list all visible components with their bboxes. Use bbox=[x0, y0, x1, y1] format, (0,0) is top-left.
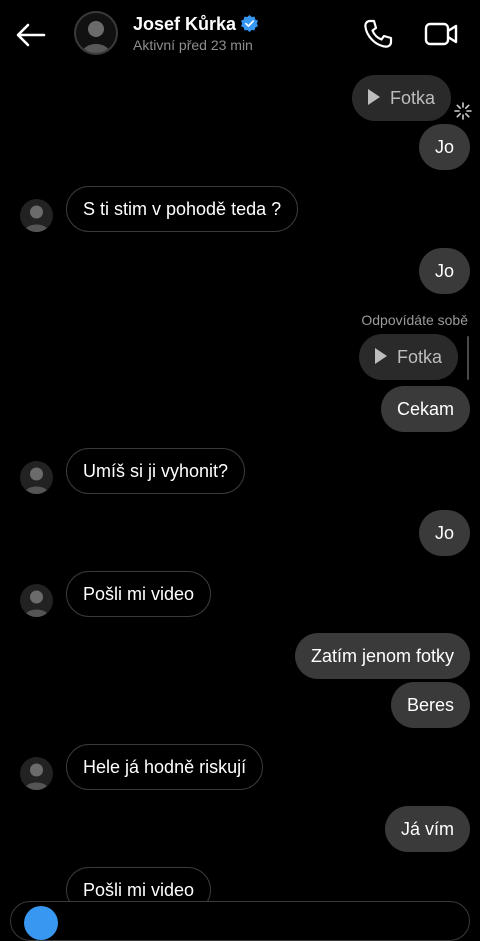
reply-indicator-bar bbox=[467, 336, 469, 380]
outgoing-photo-message[interactable]: Fotka bbox=[351, 75, 451, 121]
outgoing-photo-reply[interactable]: Fotka bbox=[358, 334, 458, 380]
activity-status: Aktivní před 23 min bbox=[133, 37, 253, 53]
play-icon bbox=[367, 89, 380, 105]
play-icon bbox=[374, 348, 387, 364]
incoming-message[interactable]: S ti stim v pohodě teda ? bbox=[66, 186, 299, 232]
outgoing-message[interactable]: Jo bbox=[418, 124, 470, 170]
sender-avatar[interactable] bbox=[20, 584, 53, 617]
sender-avatar[interactable] bbox=[20, 757, 53, 790]
sender-avatar[interactable] bbox=[20, 199, 53, 232]
outgoing-message[interactable]: Beres bbox=[390, 682, 470, 728]
back-arrow-icon[interactable] bbox=[14, 18, 48, 52]
incoming-message[interactable]: Umíš si ji vyhonit? bbox=[66, 448, 246, 494]
outgoing-message[interactable]: Já vím bbox=[384, 806, 470, 852]
reply-label: Odpovídáte sobě bbox=[361, 312, 468, 328]
outgoing-message[interactable]: Jo bbox=[418, 248, 470, 294]
outgoing-message[interactable]: Jo bbox=[418, 510, 470, 556]
sending-spinner-icon bbox=[454, 102, 472, 120]
verified-badge-icon bbox=[241, 15, 259, 32]
incoming-message[interactable]: Hele já hodně riskují bbox=[66, 744, 264, 790]
outgoing-message[interactable]: Zatím jenom fotky bbox=[294, 633, 470, 679]
message-composer[interactable] bbox=[10, 901, 470, 941]
camera-button[interactable] bbox=[24, 906, 58, 940]
phone-call-icon[interactable] bbox=[362, 18, 394, 50]
contact-avatar[interactable] bbox=[74, 11, 118, 55]
sender-avatar[interactable] bbox=[20, 461, 53, 494]
video-call-icon[interactable] bbox=[423, 18, 459, 50]
incoming-message[interactable]: Pošli mi video bbox=[66, 571, 212, 617]
outgoing-message[interactable]: Cekam bbox=[380, 386, 470, 432]
contact-name[interactable]: Josef Kůrka bbox=[133, 14, 259, 35]
